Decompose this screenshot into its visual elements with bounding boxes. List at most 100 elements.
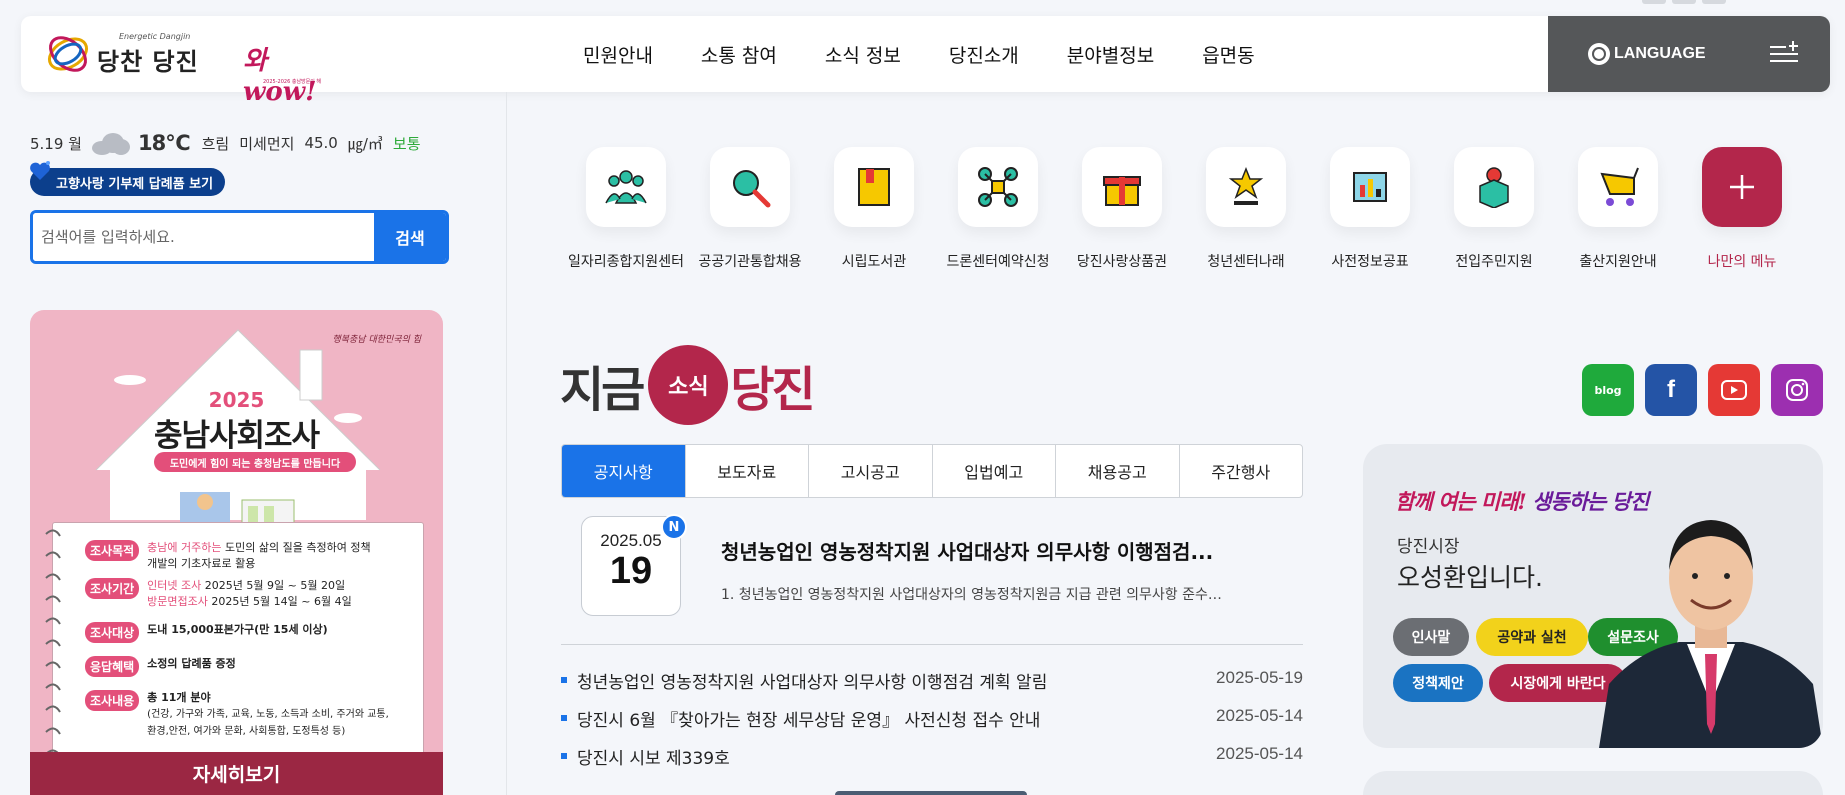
row-tag: 응답혜택 xyxy=(85,656,140,677)
quick-item-library[interactable]: 시립도서관 xyxy=(804,145,928,275)
quick-item-gift[interactable]: 당진사랑상품권 xyxy=(1052,145,1176,275)
list-item[interactable]: 당진시 시보 제339호 2025-05-14 xyxy=(561,744,1303,782)
tab-weekly-events[interactable]: 주간행사 xyxy=(1178,445,1303,497)
tab-recruit[interactable]: 채용공고 xyxy=(1055,445,1179,497)
mayor-pledge-button[interactable]: 공약과 실천 xyxy=(1476,618,1588,656)
quick-item-label: 사전정보공표 xyxy=(1331,254,1409,270)
chart-board-icon xyxy=(1330,147,1410,227)
box-person-icon xyxy=(1454,147,1534,227)
bullet-icon xyxy=(561,677,567,683)
survey-banner[interactable]: 행복충남 대한민국의 힘 2025 충남사회조사 도민에게 힘이 되는 충청남도… xyxy=(30,310,443,795)
row-text-2: (건강, 가구와 가족, 교육, 노동, 소득과 소비, 주거와 교통, xyxy=(147,709,389,720)
site-logo[interactable]: Energetic Dangjin 당찬 당진 와wow! 2025-2026 … xyxy=(45,30,325,107)
search-input[interactable] xyxy=(33,213,374,261)
youtube-icon[interactable] xyxy=(1708,364,1760,416)
column-divider xyxy=(506,92,507,795)
people-icon xyxy=(586,147,666,227)
quick-item-jobs[interactable]: 일자리종합지원센터 xyxy=(556,145,684,275)
blog-icon[interactable]: blog xyxy=(1582,364,1634,416)
row-text: 총 11개 분야 xyxy=(147,691,211,704)
news-date: 2025-05-19 xyxy=(1216,668,1303,687)
list-item[interactable]: 당진시 6월 『찾아가는 현장 세무상담 운영』 사전신청 접수 안내 2025… xyxy=(561,706,1303,744)
banner-row-content: 조사내용 총 11개 분야 (건강, 가구와 가족, 교육, 노동, 소득과 소비… xyxy=(85,690,389,740)
title-right: 당진 xyxy=(730,362,815,418)
quick-item-recruit[interactable]: 공공기관통합채용 xyxy=(680,145,804,275)
top-utility-tabs xyxy=(1642,0,1726,4)
title-left: 지금 xyxy=(560,362,645,418)
quick-item-birth[interactable]: 출산지원안내 xyxy=(1548,145,1672,275)
list-item[interactable]: 청년농업인 영농정착지원 사업대상자 의무사항 이행점검 계획 알림 2025-… xyxy=(561,668,1303,706)
quick-item-label: 나만의 메뉴 xyxy=(1707,254,1777,270)
mayor-role: 당진시장 xyxy=(1397,537,1460,557)
quick-item-label: 전입주민지원 xyxy=(1455,254,1533,270)
mayor-portrait xyxy=(1599,520,1823,748)
row-text-highlight: 인터넷 조사 xyxy=(147,579,202,592)
quick-item-newcomer[interactable]: 전입주민지원 xyxy=(1424,145,1548,275)
nav-item-participation[interactable]: 소통 참여 xyxy=(701,41,777,68)
book-icon xyxy=(834,147,914,227)
weather-bar: 5.19 월 18℃ 흐림 미세먼지 45.0 ㎍/㎥ 보통 xyxy=(30,128,421,158)
quick-item-label: 당진사랑상품권 xyxy=(1076,254,1168,270)
main-nav: 민원안내 소통 참여 소식 정보 당진소개 분야별정보 읍면동 xyxy=(583,16,1279,92)
news-title: 청년농업인 영농정착지원 사업대상자 의무사항 이행점검 계획 알림 xyxy=(577,673,1048,693)
quick-item-label: 시립도서관 xyxy=(841,254,907,270)
nav-item-about[interactable]: 당진소개 xyxy=(949,41,1019,68)
facebook-icon[interactable]: f xyxy=(1645,364,1697,416)
mayor-greeting-button[interactable]: 인사말 xyxy=(1393,618,1469,656)
row-text: 도민의 삶의 질을 측정하여 정책 xyxy=(221,541,371,554)
hamburger-menu-icon[interactable] xyxy=(1770,41,1798,65)
featured-desc[interactable]: 1. 청년농업인 영농정착지원 사업대상자의 영농정착지원금 지급 관련 의무사… xyxy=(721,584,1222,604)
banner-row-period: 조사기간 인터넷 조사 2025년 5월 9일 ~ 5월 20일 방문면접조사 2… xyxy=(85,578,352,610)
row-text-2: 개발의 기초자료로 활용 xyxy=(147,557,256,570)
hometown-donation-link[interactable]: 고향사랑 기부제 답례품 보기 xyxy=(30,161,226,196)
quick-item-drone[interactable]: 드론센터예약신청 xyxy=(928,145,1052,275)
row-tag: 조사내용 xyxy=(85,690,140,711)
mayor-policy-button[interactable]: 정책제안 xyxy=(1393,664,1483,702)
nav-item-fields[interactable]: 분야별정보 xyxy=(1067,41,1154,68)
city-emblem-icon xyxy=(48,36,88,72)
social-links: blog f xyxy=(1582,364,1823,416)
more-button[interactable] xyxy=(835,791,1027,795)
tab-press[interactable]: 보도자료 xyxy=(684,445,809,497)
quick-item-my-menu[interactable]: 나만의 메뉴 xyxy=(1672,145,1796,275)
nav-item-civil[interactable]: 민원안내 xyxy=(583,41,653,68)
banner-row-benefit: 응답혜택 소정의 답례품 증정 xyxy=(85,656,236,677)
row-text: 2025년 5월 9일 ~ 5월 20일 xyxy=(201,579,346,592)
gift-icon xyxy=(1082,147,1162,227)
mayor-name: 오성환입니다. xyxy=(1397,563,1543,592)
featured-title[interactable]: 청년농업인 영농정착지원 사업대상자 의무사항 이행점검... xyxy=(721,536,1213,565)
mayor-card: 함께 여는 미래! 생동하는 당진 당진시장 오성환입니다. 인사말 공약과 실… xyxy=(1363,444,1823,748)
dust-status: 보통 xyxy=(392,134,421,153)
logo-wow-sub: 2025-2026 충남방문의 해 xyxy=(263,79,322,85)
title-circle: 소식 xyxy=(648,345,729,425)
heart-icon xyxy=(30,161,50,180)
language-label: LANGUAGE xyxy=(1614,45,1706,62)
search-button[interactable]: 검색 xyxy=(374,213,446,261)
language-button[interactable]: LANGUAGE xyxy=(1588,40,1706,68)
instagram-icon[interactable] xyxy=(1771,364,1823,416)
news-tabs: 공지사항 보도자료 고시공고 입법예고 채용공고 주간행사 xyxy=(561,444,1303,498)
quick-item-label: 드론센터예약신청 xyxy=(946,254,1050,270)
quick-item-disclosure[interactable]: 사전정보공표 xyxy=(1300,145,1424,275)
weather-date: 5.19 월 xyxy=(30,134,82,153)
news-divider xyxy=(561,644,1303,645)
quick-item-youth[interactable]: 청년센터나래 xyxy=(1176,145,1300,275)
tab-legislation[interactable]: 입법예고 xyxy=(931,445,1056,497)
cloud-icon xyxy=(90,131,130,155)
nav-item-news[interactable]: 소식 정보 xyxy=(825,41,901,68)
nav-item-towns[interactable]: 읍면동 xyxy=(1202,41,1254,68)
lower-card-peek xyxy=(1363,771,1823,795)
dust-unit: ㎍/㎥ xyxy=(347,134,383,153)
row-tag: 조사대상 xyxy=(85,622,140,643)
bullet-icon xyxy=(561,715,567,721)
star-trophy-icon xyxy=(1206,147,1286,227)
tab-notice[interactable]: 공지사항 xyxy=(562,445,685,497)
row-tag: 조사목적 xyxy=(85,540,140,561)
magnifier-icon xyxy=(710,147,790,227)
banner-detail-button[interactable]: 자세히보기 xyxy=(30,752,443,795)
drone-icon xyxy=(958,147,1038,227)
banner-year: 2025 xyxy=(208,388,265,412)
row-text: 소정의 답례품 증정 xyxy=(147,657,236,670)
tab-announcement[interactable]: 고시공고 xyxy=(808,445,932,497)
row-text-highlight: 충남에 거주하는 xyxy=(147,541,222,554)
